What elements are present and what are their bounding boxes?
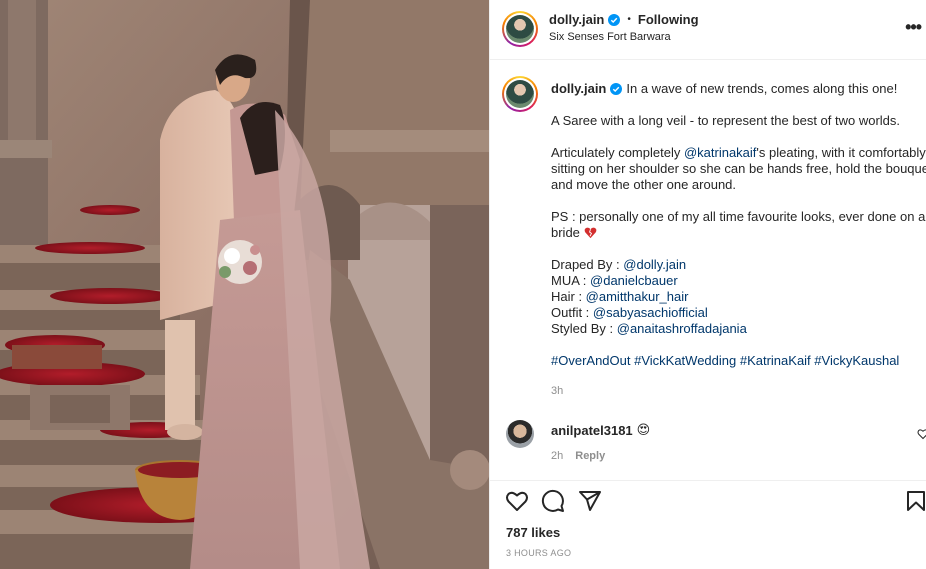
location-link[interactable]: Six Senses Fort Barwara (549, 31, 671, 43)
credit-label: MUA : (551, 273, 591, 288)
caption-author-avatar[interactable] (502, 76, 538, 112)
more-options-icon[interactable]: ••• (905, 17, 922, 38)
credit-label: Outfit : (551, 305, 593, 320)
credit-label: Styled By : (551, 321, 617, 336)
caption-para3: Articulately completely @katrinakaif's p… (551, 145, 926, 193)
credit-line: Hair : @amitthakur_hair (551, 289, 926, 305)
caption-para2: A Saree with a long veil - to represent … (551, 113, 901, 128)
post-header: dolly.jain • Following Six Senses Fort B… (490, 0, 926, 60)
hashtags-link[interactable]: #OverAndOut #VickKatWedding #KatrinaKaif… (551, 353, 926, 369)
caption-text: dolly.jain In a wave of new trends, come… (551, 81, 926, 399)
para3-line3: and move the other one around. (551, 177, 737, 192)
comment-emoji: 😍 (636, 422, 651, 437)
wedding-photo-image (0, 0, 489, 569)
comment-timestamp[interactable]: 2h (551, 450, 563, 462)
author-avatar[interactable] (502, 11, 538, 47)
credit-line: Draped By : @dolly.jain (551, 257, 926, 273)
mention-link[interactable]: @dolly.jain (623, 257, 686, 272)
likes-count[interactable]: 787 likes (506, 525, 560, 540)
credit-line: MUA : @danielcbauer (551, 273, 926, 289)
post-photo[interactable] (0, 0, 489, 569)
comment-like-heart-icon[interactable] (917, 428, 926, 440)
commenter-username[interactable]: anilpatel3181 (551, 423, 633, 438)
mention-link[interactable]: @amitthakur_hair (586, 289, 689, 304)
credit-line: Outfit : @sabyasachiofficial (551, 305, 926, 321)
caption-intro: In a wave of new trends, comes along thi… (626, 81, 898, 96)
caption-author-username[interactable]: dolly.jain (551, 81, 606, 97)
para3-line2: sitting on her shoulder so she can be ha… (551, 161, 926, 176)
heart-icon[interactable] (505, 489, 529, 513)
mention-link[interactable]: @anaitashroffadajania (617, 321, 747, 336)
comment-icon[interactable] (541, 489, 565, 513)
credit-label: Hair : (551, 289, 586, 304)
caption-ps: PS : personally one of my all time favou… (551, 209, 926, 241)
para3-text: Articulately completely (551, 145, 684, 160)
author-line: dolly.jain • Following (549, 12, 699, 27)
following-button[interactable]: Following (638, 12, 699, 27)
comment-row: anilpatel3181 😍 2h Reply (490, 414, 926, 469)
post-side-panel: dolly.jain • Following Six Senses Fort B… (489, 0, 926, 569)
ps-line1: PS : personally one of my all time favou… (551, 209, 926, 224)
verified-badge-icon (608, 13, 621, 26)
caption-credits: Draped By : @dolly.jain MUA : @danielcba… (551, 257, 926, 337)
commenter-avatar[interactable] (506, 420, 534, 448)
separator-dot: • (627, 14, 631, 25)
share-icon[interactable] (578, 489, 602, 513)
posted-time[interactable]: 3 HOURS AGO (506, 548, 571, 558)
comment-text: anilpatel3181 😍 (551, 422, 650, 438)
bookmark-icon[interactable] (904, 489, 926, 513)
broken-heart-emoji-icon (584, 227, 596, 239)
comment-meta: 2h Reply (551, 450, 605, 462)
ps-line2: bride (551, 225, 580, 240)
mention-link[interactable]: @katrinakaif (684, 145, 756, 160)
credit-line: Styled By : @anaitashroffadajania (551, 321, 926, 337)
caption-timestamp[interactable]: 3h (551, 383, 926, 399)
mention-link[interactable]: @sabyasachiofficial (593, 305, 708, 320)
mention-link[interactable]: @danielcbauer (590, 273, 678, 288)
verified-badge-icon (610, 83, 623, 95)
reply-button[interactable]: Reply (575, 450, 605, 462)
post-actions: 787 likes 3 HOURS AGO (490, 480, 926, 569)
credit-label: Draped By : (551, 257, 624, 272)
author-username[interactable]: dolly.jain (549, 12, 604, 27)
para3-text: 's pleating, with it comfortably (756, 145, 926, 160)
